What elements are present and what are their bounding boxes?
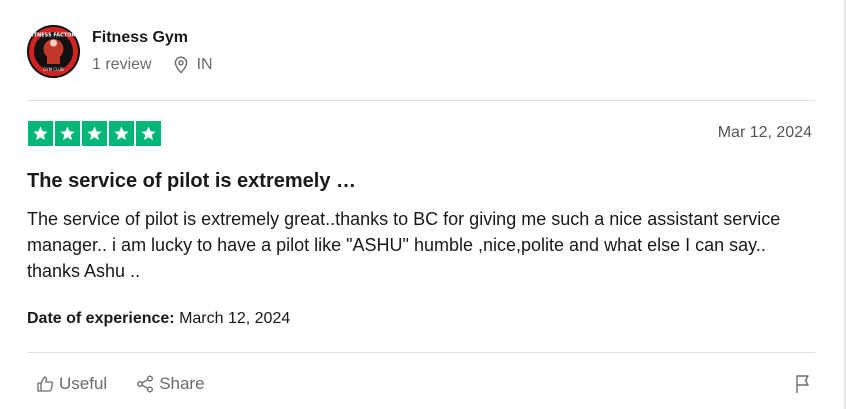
report-button[interactable] [794,374,812,399]
date-of-experience-value: March 12, 2024 [179,310,291,327]
star-rating [28,121,161,146]
review-card: FITNESS FACTORY GYM CLUB Fitness Gym 1 r… [0,0,846,409]
reviewer-name[interactable]: Fitness Gym [92,29,188,47]
date-of-experience-label: Date of experience: [27,310,175,327]
share-icon [137,375,154,393]
reviewer-location: IN [173,56,213,74]
header-divider [27,100,815,101]
flag-icon [796,375,809,393]
star-icon [82,121,107,146]
footer-divider [27,352,815,353]
share-label: Share [159,374,205,393]
star-icon [28,121,53,146]
location-pin-icon [174,56,187,74]
review-body: The service of pilot is extremely great.… [27,209,781,281]
share-button[interactable]: Share [136,374,205,394]
reviewer-avatar[interactable]: FITNESS FACTORY GYM CLUB [27,25,80,78]
gym-logo-icon: FITNESS FACTORY GYM CLUB [27,25,80,78]
country-code: IN [196,56,213,73]
thumbs-up-icon [37,376,54,392]
star-icon [109,121,134,146]
review-date: Mar 12, 2024 [717,124,812,141]
useful-label: Useful [59,374,108,393]
star-icon [136,121,161,146]
review-title[interactable]: The service of pilot is extremely … [27,170,356,193]
reviewer-meta: 1 review IN [92,56,213,74]
avatar-text-bottom: GYM CLUB [43,67,64,72]
review-actions: Useful Share [36,374,205,394]
star-icon [55,121,80,146]
date-of-experience: Date of experience: March 12, 2024 [27,310,290,328]
review-count: 1 review [92,56,152,73]
avatar-text-top: FITNESS FACTORY [28,33,79,39]
useful-button[interactable]: Useful [36,374,107,394]
